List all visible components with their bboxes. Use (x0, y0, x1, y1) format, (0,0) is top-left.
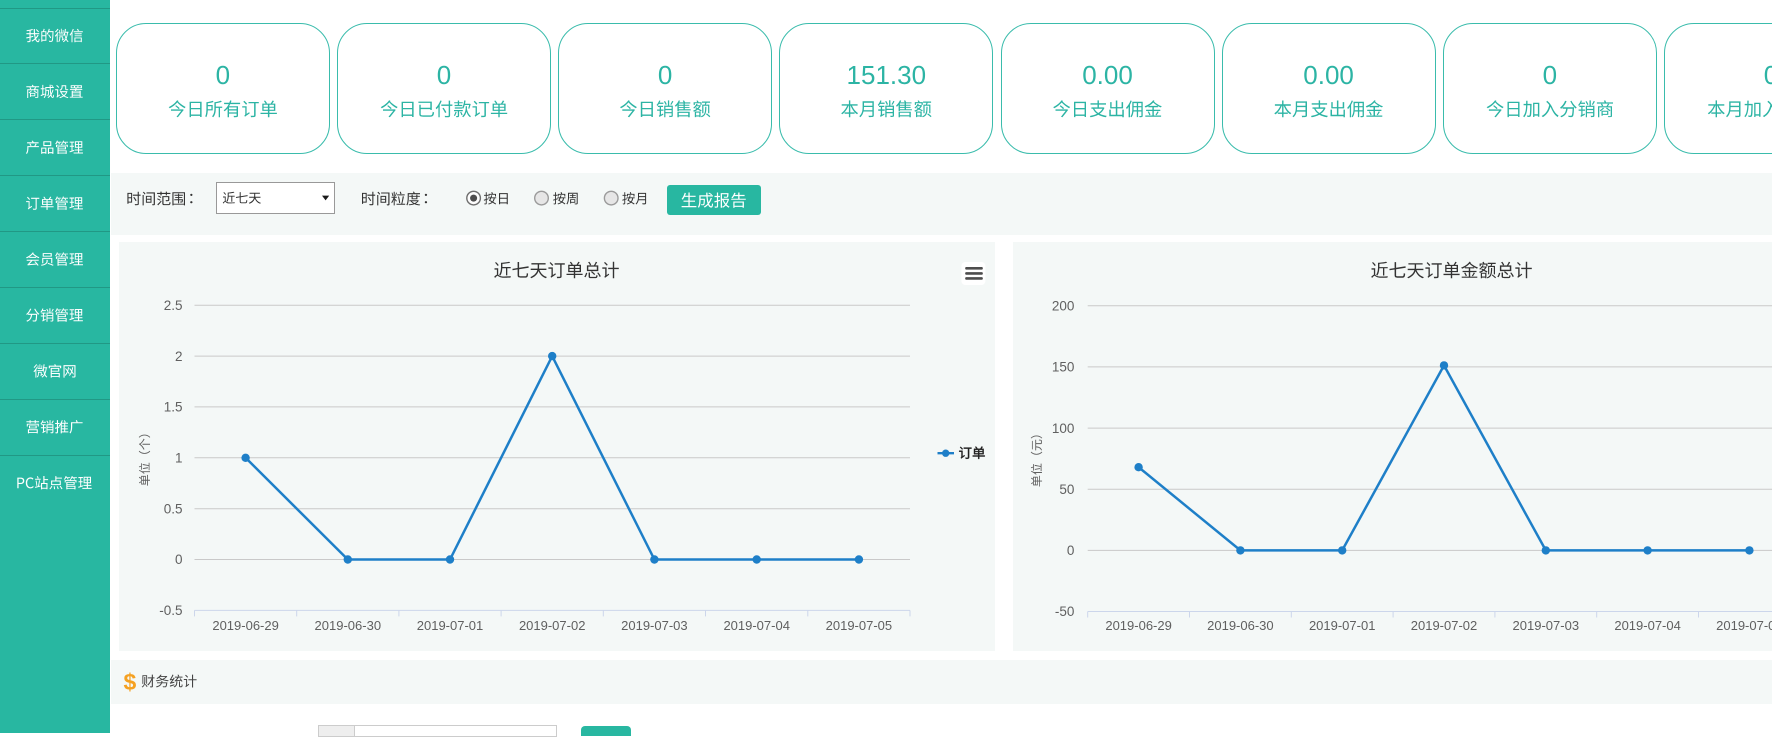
svg-text:-0.5: -0.5 (159, 603, 182, 618)
svg-text:-50: -50 (1055, 604, 1075, 619)
svg-text:0: 0 (1067, 543, 1075, 558)
svg-text:150: 150 (1052, 360, 1075, 375)
svg-text:200: 200 (1052, 299, 1075, 314)
svg-text:2.5: 2.5 (164, 298, 183, 313)
svg-text:2019-07-02: 2019-07-02 (519, 618, 586, 633)
svg-text:2019-06-29: 2019-06-29 (212, 618, 279, 633)
svg-text:2019-07-04: 2019-07-04 (723, 618, 790, 633)
svg-text:50: 50 (1059, 482, 1074, 497)
svg-text:2019-06-29: 2019-06-29 (1105, 618, 1172, 633)
svg-text:100: 100 (1052, 421, 1075, 436)
svg-text:0.5: 0.5 (164, 501, 183, 516)
svg-text:2019-07-01: 2019-07-01 (417, 618, 484, 633)
svg-text:0.00: 0.00 (1303, 60, 1354, 90)
svg-text:0: 0 (1543, 60, 1557, 90)
svg-text:2019-07-03: 2019-07-03 (1513, 618, 1580, 633)
svg-text:2019-06-30: 2019-06-30 (1207, 618, 1274, 633)
svg-text:2019-07-04: 2019-07-04 (1614, 618, 1681, 633)
svg-text:2019-07-01: 2019-07-01 (1309, 618, 1376, 633)
svg-text:0: 0 (175, 552, 183, 567)
svg-text:1.5: 1.5 (164, 400, 183, 415)
svg-text:151.30: 151.30 (847, 60, 927, 90)
svg-text:2019-07-05: 2019-07-05 (1716, 618, 1772, 633)
svg-text:0: 0 (437, 60, 451, 90)
svg-text:2: 2 (175, 349, 183, 364)
svg-text:1: 1 (175, 451, 183, 466)
svg-text:2019-07-05: 2019-07-05 (826, 618, 893, 633)
svg-text:2019-07-02: 2019-07-02 (1411, 618, 1478, 633)
svg-text:2019-07-03: 2019-07-03 (621, 618, 688, 633)
svg-text:$: $ (124, 669, 137, 695)
svg-text:0: 0 (216, 60, 230, 90)
svg-text:0.00: 0.00 (1082, 60, 1133, 90)
svg-text:0: 0 (1764, 60, 1772, 90)
svg-text:0: 0 (658, 60, 672, 90)
svg-text:2019-06-30: 2019-06-30 (315, 618, 382, 633)
